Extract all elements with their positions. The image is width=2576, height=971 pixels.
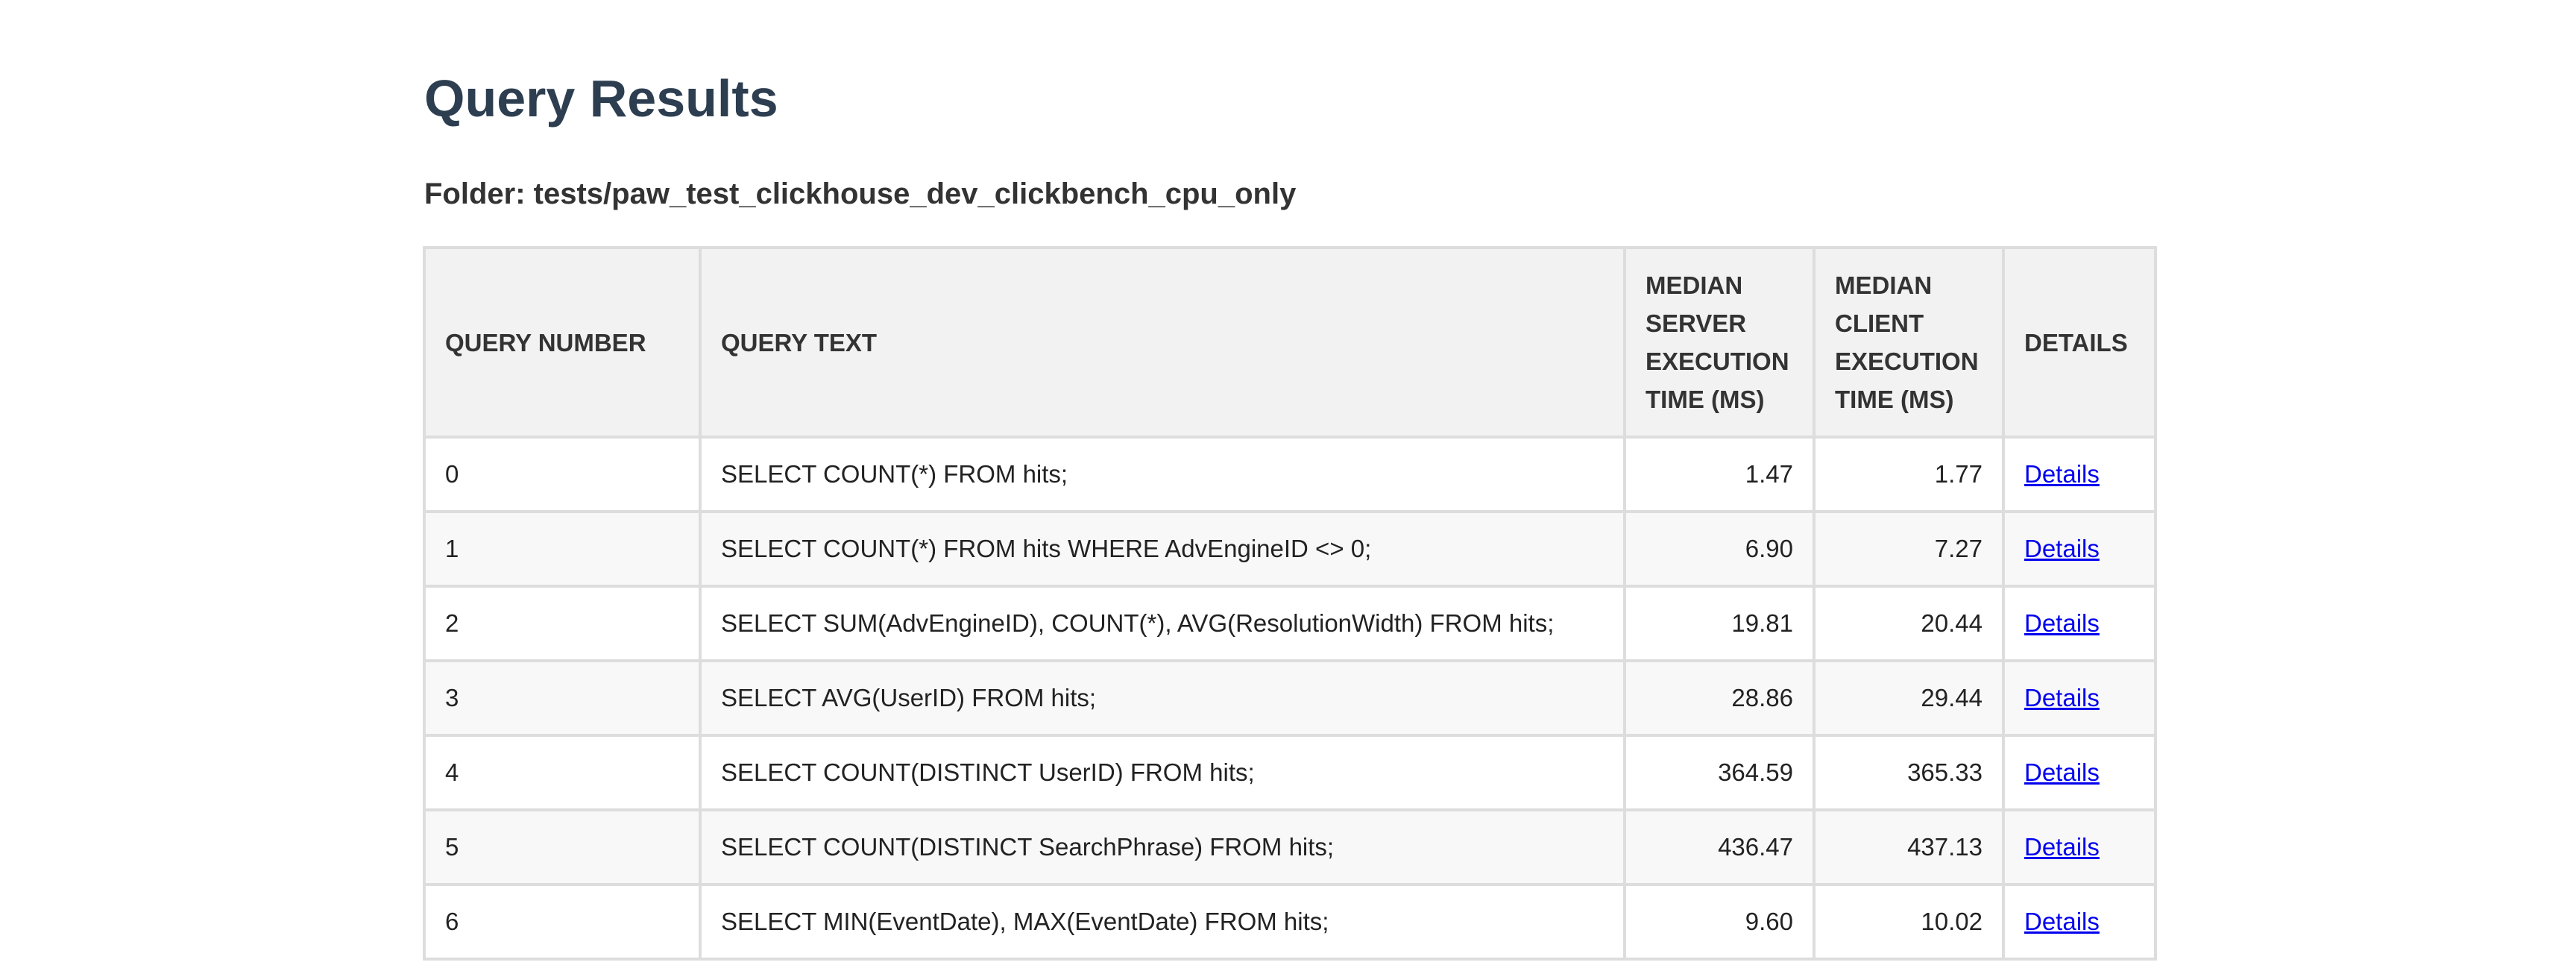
query-text-cell: SELECT COUNT(DISTINCT UserID) FROM hits; [699,734,1626,811]
server-time-cell: 6.90 [1623,510,1816,588]
details-cell: Details [2002,659,2157,737]
server-time-cell: 436.47 [1623,808,1816,886]
details-link[interactable]: Details [2024,609,2100,637]
header-details: DETAILS [2002,246,2157,439]
server-time-cell: 19.81 [1623,585,1816,662]
client-time-cell: 10.02 [1813,883,2005,961]
query-text-cell: SELECT SUM(AdvEngineID), COUNT(*), AVG(R… [699,585,1626,662]
query-number-cell: 1 [423,510,702,588]
server-time-cell: 9.60 [1623,883,1816,961]
details-cell: Details [2002,436,2157,513]
details-cell: Details [2002,510,2157,588]
server-time-cell: 1.47 [1623,436,1816,513]
client-time-cell: 29.44 [1813,659,2005,737]
details-link[interactable]: Details [2024,908,2100,935]
client-time-cell: 1.77 [1813,436,2005,513]
details-cell: Details [2002,585,2157,662]
page-title: Query Results [424,69,778,128]
table-row: 3 SELECT AVG(UserID) FROM hits; 28.86 29… [423,659,2157,737]
query-number-cell: 5 [423,808,702,886]
server-time-cell: 28.86 [1623,659,1816,737]
query-number-cell: 3 [423,659,702,737]
query-text-cell: SELECT COUNT(*) FROM hits; [699,436,1626,513]
query-text-cell: SELECT AVG(UserID) FROM hits; [699,659,1626,737]
client-time-cell: 365.33 [1813,734,2005,811]
table-row: 4 SELECT COUNT(DISTINCT UserID) FROM hit… [423,734,2157,811]
query-number-cell: 6 [423,883,702,961]
details-cell: Details [2002,808,2157,886]
header-median-client-time: MEDIAN CLIENT EXECUTION TIME (MS) [1813,246,2005,439]
query-text-cell: SELECT COUNT(*) FROM hits WHERE AdvEngin… [699,510,1626,588]
details-link[interactable]: Details [2024,535,2100,562]
server-time-cell: 364.59 [1623,734,1816,811]
query-number-cell: 0 [423,436,702,513]
header-median-server-time: MEDIAN SERVER EXECUTION TIME (MS) [1623,246,1816,439]
details-link[interactable]: Details [2024,460,2100,488]
query-number-cell: 2 [423,585,702,662]
folder-path: Folder: tests/paw_test_clickhouse_dev_cl… [424,177,1297,210]
header-query-number: QUERY NUMBER [423,246,702,439]
header-query-text: QUERY TEXT [699,246,1626,439]
query-text-cell: SELECT COUNT(DISTINCT SearchPhrase) FROM… [699,808,1626,886]
client-time-cell: 437.13 [1813,808,2005,886]
details-link[interactable]: Details [2024,833,2100,861]
client-time-cell: 7.27 [1813,510,2005,588]
query-number-cell: 4 [423,734,702,811]
table-row: 6 SELECT MIN(EventDate), MAX(EventDate) … [423,883,2157,961]
table-row: 1 SELECT COUNT(*) FROM hits WHERE AdvEng… [423,510,2157,588]
details-cell: Details [2002,734,2157,811]
table-header-row: QUERY NUMBER QUERY TEXT MEDIAN SERVER EX… [423,246,2157,439]
details-cell: Details [2002,883,2157,961]
table-row: 5 SELECT COUNT(DISTINCT SearchPhrase) FR… [423,808,2157,886]
client-time-cell: 20.44 [1813,585,2005,662]
table-row: 2 SELECT SUM(AdvEngineID), COUNT(*), AVG… [423,585,2157,662]
query-text-cell: SELECT MIN(EventDate), MAX(EventDate) FR… [699,883,1626,961]
table-row: 0 SELECT COUNT(*) FROM hits; 1.47 1.77 D… [423,436,2157,513]
details-link[interactable]: Details [2024,758,2100,786]
details-link[interactable]: Details [2024,684,2100,711]
results-table: QUERY NUMBER QUERY TEXT MEDIAN SERVER EX… [423,246,2157,961]
